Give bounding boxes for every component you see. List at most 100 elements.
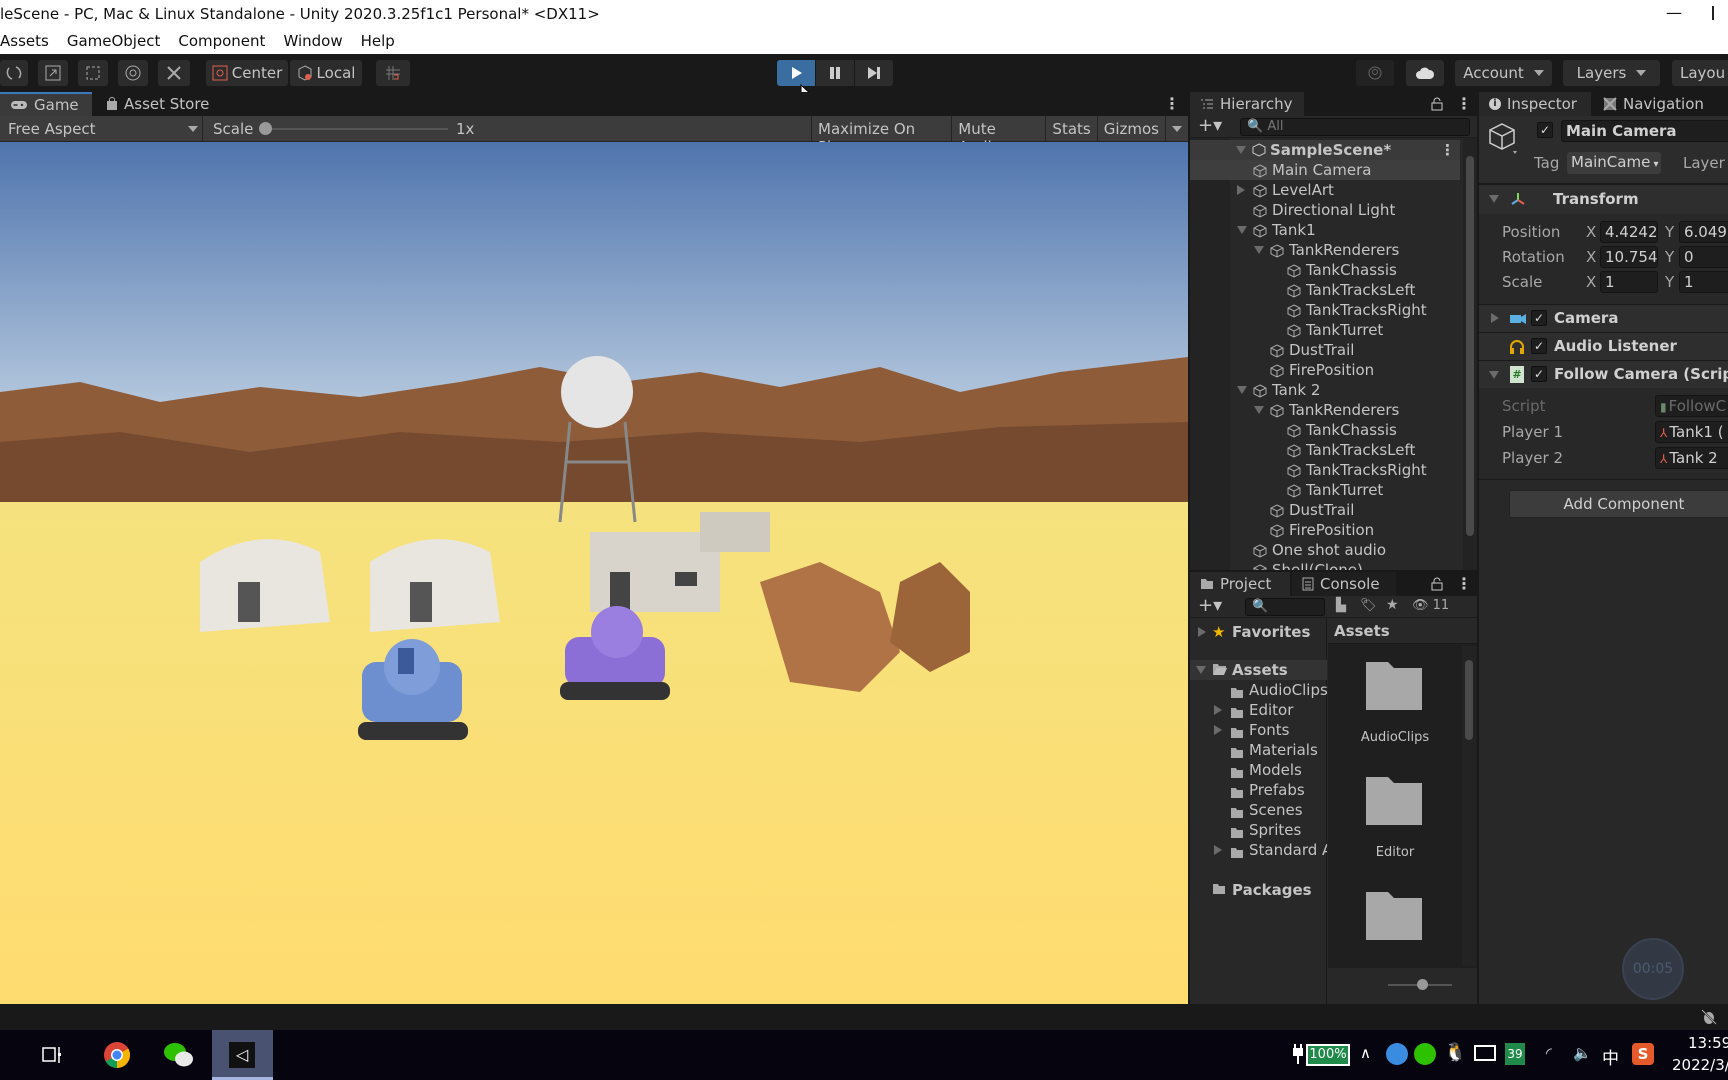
rect-tool-button[interactable] <box>78 60 108 86</box>
maximize-on-play-toggle[interactable]: Maximize On Play <box>811 116 951 142</box>
add-component-button[interactable]: Add Component <box>1509 490 1728 518</box>
game-view-viewport[interactable] <box>0 142 1188 1004</box>
snap-grid-button[interactable] <box>376 60 410 86</box>
pivot-local-toggle[interactable]: Local <box>290 60 362 86</box>
show-hidden-icons-chevron[interactable]: ∧ <box>1360 1044 1371 1062</box>
scale-slider-track[interactable] <box>266 128 448 130</box>
hierarchy-scrollbar[interactable] <box>1463 138 1477 570</box>
transform-component-header[interactable]: Transform <box>1479 184 1728 214</box>
create-plus-icon[interactable]: +▾ <box>1198 595 1222 616</box>
step-button[interactable] <box>855 60 893 86</box>
menu-gameobject[interactable]: GameObject <box>67 32 161 50</box>
volume-icon[interactable]: 🔈 <box>1573 1044 1592 1062</box>
asset-folder-item[interactable]: Sprites <box>1190 820 1327 840</box>
recording-timer-overlay[interactable]: 00:05 <box>1622 938 1684 1000</box>
scene-menu-icon[interactable]: ⋮ <box>1440 140 1455 160</box>
maximize-button[interactable] <box>1712 6 1728 20</box>
hidden-packages-toggle[interactable]: 👁 11 <box>1412 598 1449 613</box>
rotate-tool-button[interactable] <box>0 60 28 86</box>
chrome-icon[interactable] <box>103 1041 131 1069</box>
collapse-arrow-icon[interactable] <box>1237 226 1247 234</box>
filter-by-label-icon[interactable]: 🏷 <box>1360 598 1377 613</box>
gizmos-toggle[interactable]: Gizmos <box>1097 116 1165 142</box>
lock-icon[interactable] <box>1431 577 1443 591</box>
gameobject-active-checkbox[interactable]: ✓ <box>1537 122 1553 138</box>
collapse-arrow-icon[interactable] <box>1254 246 1264 254</box>
expand-arrow-icon[interactable] <box>1491 313 1499 323</box>
battery-indicator[interactable]: 100% <box>1306 1044 1350 1066</box>
hierarchy-item[interactable]: TankTracksLeft <box>1190 280 1460 300</box>
wechat-tray-icon[interactable] <box>1414 1043 1436 1065</box>
tag-dropdown[interactable]: MainCame ▾ <box>1567 152 1661 174</box>
icon-size-slider-handle[interactable] <box>1417 979 1428 990</box>
collapse-arrow-icon[interactable] <box>1489 371 1499 379</box>
scale-slider-handle[interactable] <box>259 122 272 135</box>
follow-camera-component-header[interactable]: # ✓ Follow Camera (Script) <box>1479 360 1728 388</box>
player-object-field[interactable]: ⅄Tank 2 <box>1655 447 1728 469</box>
menu-window[interactable]: Window <box>283 32 342 50</box>
minimize-button[interactable]: — <box>1654 0 1694 28</box>
qq-tray-icon[interactable]: 🐧 <box>1444 1042 1466 1063</box>
asset-folder-item[interactable]: Standard A <box>1190 840 1327 860</box>
sogou-ime-icon[interactable]: S <box>1632 1043 1654 1065</box>
hierarchy-item[interactable]: TankTracksLeft <box>1190 440 1460 460</box>
expand-arrow-icon[interactable] <box>1214 725 1222 735</box>
asset-folder-item[interactable]: Fonts <box>1190 720 1327 740</box>
scrollbar-thumb[interactable] <box>1465 660 1473 740</box>
transform-scale-x-input[interactable]: 1 <box>1600 271 1658 293</box>
tab-navigation[interactable]: Navigation <box>1593 92 1728 116</box>
favorite-star-icon[interactable]: ★ <box>1386 597 1399 613</box>
hierarchy-menu-icon[interactable]: ⋮ <box>1456 94 1472 113</box>
hierarchy-item[interactable]: DustTrail <box>1190 500 1460 520</box>
scrollbar-thumb[interactable] <box>1466 156 1474 536</box>
script-reference-field[interactable]: ▮FollowC <box>1655 395 1728 417</box>
project-menu-icon[interactable]: ⋮ <box>1456 574 1472 593</box>
tab-console[interactable]: Console <box>1292 572 1396 596</box>
wifi-icon[interactable]: ◜ <box>1546 1044 1552 1062</box>
hierarchy-item[interactable]: TankTurret <box>1190 320 1460 340</box>
hierarchy-item[interactable]: TankTracksRight <box>1190 300 1460 320</box>
transform-rotation-x-input[interactable]: 10.754 <box>1600 246 1658 268</box>
ime-indicator[interactable]: 中 <box>1602 1044 1619 1069</box>
pause-button[interactable] <box>816 60 854 86</box>
transform-position-x-input[interactable]: 4.4242 <box>1600 221 1658 243</box>
hierarchy-search-input[interactable]: 🔍 All <box>1240 118 1470 136</box>
plastic-scm-button[interactable] <box>1356 60 1394 86</box>
taskbar-unity-button[interactable]: ◁ <box>212 1030 273 1080</box>
layers-dropdown[interactable]: Layers <box>1563 60 1660 86</box>
tray-badge-39[interactable]: 39 <box>1505 1043 1525 1065</box>
audio-listener-enabled-checkbox[interactable]: ✓ <box>1531 338 1547 354</box>
transform-rotation-y-input[interactable]: 0 <box>1679 246 1728 268</box>
create-plus-icon[interactable]: +▾ <box>1198 115 1222 136</box>
player-object-field[interactable]: ⅄Tank1 ( <box>1655 421 1728 443</box>
tab-project[interactable]: Project <box>1190 572 1290 596</box>
breadcrumb-assets[interactable]: Assets <box>1334 622 1390 640</box>
menu-help[interactable]: Help <box>361 32 395 50</box>
hierarchy-item[interactable]: FirePosition <box>1190 360 1460 380</box>
camera-enabled-checkbox[interactable]: ✓ <box>1531 310 1547 326</box>
asset-folder-item[interactable]: Editor <box>1190 700 1327 720</box>
hierarchy-item[interactable]: DustTrail <box>1190 340 1460 360</box>
gameobject-name-input[interactable]: Main Camera <box>1561 120 1728 142</box>
clock-date[interactable]: 2022/3/ <box>1672 1056 1728 1074</box>
hierarchy-item[interactable]: Tank1 <box>1190 220 1460 240</box>
collapse-arrow-icon[interactable] <box>1489 195 1499 203</box>
asset-grid-item[interactable]: AudioClips <box>1328 660 1462 760</box>
assets-row[interactable]: Assets <box>1190 660 1327 680</box>
menu-assets[interactable]: Assets <box>0 32 49 50</box>
camera-component-header[interactable]: ✓ Camera <box>1479 304 1728 332</box>
hierarchy-item[interactable]: FirePosition <box>1190 520 1460 540</box>
play-button[interactable] <box>777 60 815 86</box>
mute-audio-toggle[interactable]: Mute Audio <box>951 116 1045 142</box>
hierarchy-item[interactable]: Main Camera <box>1190 160 1460 180</box>
menu-component[interactable]: Component <box>178 32 265 50</box>
hierarchy-item[interactable]: TankRenderers <box>1190 400 1460 420</box>
custom-tool-button[interactable] <box>158 60 190 86</box>
asset-grid-item[interactable]: Editor <box>1328 775 1462 875</box>
tab-inspector[interactable]: i Inspector <box>1479 92 1591 116</box>
gameobject-cube-icon[interactable] <box>1487 122 1521 156</box>
asset-folder-item[interactable]: Materials <box>1190 740 1327 760</box>
expand-arrow-icon[interactable] <box>1236 146 1246 154</box>
transform-tool-button[interactable] <box>118 60 148 86</box>
tab-game[interactable]: Game <box>0 92 92 116</box>
